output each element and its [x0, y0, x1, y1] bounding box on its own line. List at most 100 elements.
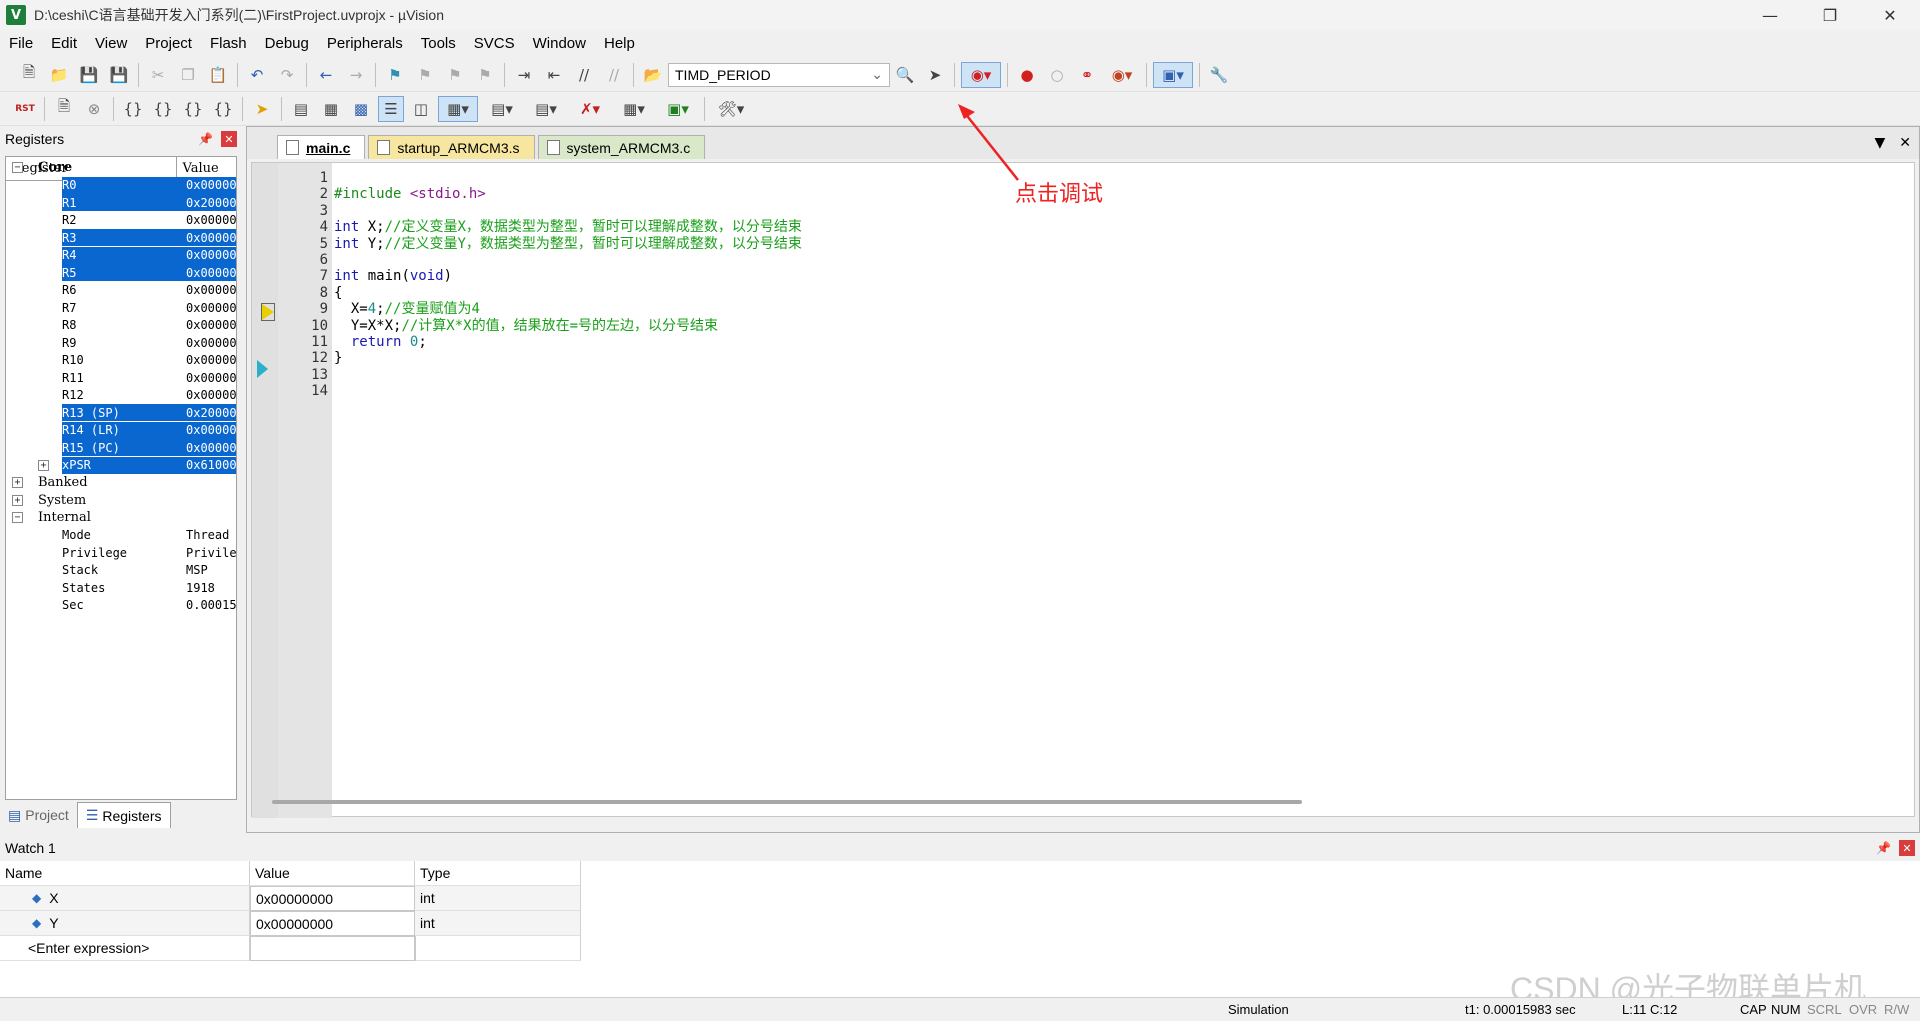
watch-value-x[interactable]: 0x00000000 [250, 886, 415, 911]
register-value[interactable]: 0x00000000 [186, 388, 236, 402]
tab-main-c[interactable]: main.c [277, 135, 366, 159]
register-value[interactable]: 0x00000000 [186, 371, 236, 385]
register-row[interactable]: R2 0x00000000 [6, 212, 236, 230]
menu-peripherals[interactable]: Peripherals [318, 35, 412, 52]
register-row[interactable]: Sec 0.00015983 [6, 597, 236, 615]
debug-session-button[interactable]: ◉▾ [961, 61, 1001, 88]
register-row[interactable]: Stack MSP [6, 562, 236, 580]
open-folder-icon[interactable]: 📁 [46, 62, 72, 88]
horizontal-scrollbar[interactable] [272, 800, 1302, 804]
register-row[interactable]: R4 0x00000000 [6, 246, 236, 265]
register-row[interactable]: R9 0x00000000 [6, 334, 236, 352]
register-value[interactable]: 0x61000000 [186, 458, 236, 473]
symbols-window-icon[interactable]: ▩ [348, 96, 374, 122]
register-row[interactable]: R12 0x00000000 [6, 387, 236, 405]
collapse-icon[interactable]: − [12, 162, 23, 174]
register-value[interactable]: 0x00000000 [186, 440, 236, 455]
comment-icon[interactable]: // [571, 62, 597, 88]
register-value[interactable]: 0x20000000 [186, 405, 236, 420]
enter-expression-cell[interactable]: <Enter expression> [0, 936, 250, 961]
register-value[interactable]: 0x00000000 [186, 265, 236, 280]
register-value[interactable]: 0x00000000 [186, 230, 236, 245]
tab-list-icon[interactable]: ▼ [1874, 135, 1885, 151]
register-row[interactable]: R15 (PC) 0x00000000 [6, 439, 236, 457]
menu-project[interactable]: Project [136, 35, 201, 52]
unindent-icon[interactable]: ⇤ [541, 62, 567, 88]
register-value[interactable]: 0x00000000 [186, 318, 236, 332]
register-group-core[interactable]: Core [38, 160, 72, 175]
register-group[interactable]: Internal [38, 510, 91, 525]
register-group[interactable]: System [38, 493, 86, 508]
expand-icon[interactable]: + [12, 494, 23, 506]
register-value[interactable]: 0x00000000 [186, 178, 236, 193]
register-value[interactable]: 0x00000000 [186, 336, 236, 350]
restore-button[interactable]: ❐ [1800, 0, 1860, 30]
nav-back-icon[interactable]: ← [313, 62, 339, 88]
copy-icon[interactable]: ❐ [175, 62, 201, 88]
register-value[interactable]: 0x20000000 [186, 195, 236, 210]
step-out-icon[interactable]: {} [180, 96, 206, 122]
tab-registers[interactable]: ☰ Registers [76, 802, 171, 828]
expand-icon[interactable]: + [12, 477, 23, 489]
menu-help[interactable]: Help [595, 35, 644, 52]
register-row[interactable]: Privilege Privileged [6, 544, 236, 562]
register-row[interactable]: States 1918 [6, 579, 236, 597]
bookmark-icon[interactable]: ⚑ [382, 62, 408, 88]
target-select[interactable]: TIMD_PERIOD ⌄ [668, 62, 890, 87]
register-row[interactable]: R8 0x00000000 [6, 317, 236, 335]
disable-all-breakpoints-icon[interactable]: ⚭ [1074, 62, 1100, 88]
menu-svcs[interactable]: SVCS [465, 35, 524, 52]
register-row[interactable]: R6 0x00000000 [6, 282, 236, 300]
menu-tools[interactable]: Tools [412, 35, 465, 52]
expand-icon[interactable]: − [12, 512, 23, 524]
incremental-find-icon[interactable]: ➤ [922, 62, 948, 88]
cut-icon[interactable]: ✂ [145, 62, 171, 88]
toolbox-button[interactable]: 🛠▾ [711, 96, 751, 122]
command-window-icon[interactable]: ▤ [288, 96, 314, 122]
redo-icon[interactable]: ↷ [274, 62, 300, 88]
register-row[interactable]: R10 0x00000000 [6, 352, 236, 370]
indent-icon[interactable]: ⇥ [511, 62, 537, 88]
register-row[interactable]: R1 0x20000000 [6, 194, 236, 212]
breakpoint-icon[interactable]: ● [1014, 62, 1040, 88]
disassembly-window-icon[interactable]: ▦ [318, 96, 344, 122]
step-into-icon[interactable]: {} [120, 96, 146, 122]
menu-edit[interactable]: Edit [42, 35, 86, 52]
watch-window-button[interactable]: ▦▾ [438, 95, 478, 122]
watch-value-y[interactable]: 0x00000000 [250, 911, 415, 936]
register-row[interactable]: + xPSR 0x61000000 [6, 456, 236, 475]
serial-window-button[interactable]: ▤▾ [526, 96, 566, 122]
minimize-button[interactable]: — [1740, 0, 1800, 30]
register-row[interactable]: R11 0x00000000 [6, 369, 236, 387]
watch-row[interactable]: ◆ Y 0x00000000 int [0, 911, 581, 936]
watch-row[interactable]: <Enter expression> [0, 936, 581, 961]
watch-name-header[interactable]: Name [0, 861, 250, 886]
code-editor[interactable]: 1 2 #include <stdio.h> 3 4 int X;//定义变量X，数据类型… [251, 162, 1915, 818]
menu-flash[interactable]: Flash [201, 35, 256, 52]
menu-debug[interactable]: Debug [256, 35, 318, 52]
register-value[interactable]: 0x00000000 [186, 301, 236, 315]
registers-window-icon[interactable]: ☰ [378, 95, 404, 122]
new-file-icon[interactable]: 🗎 [16, 62, 42, 88]
analysis-window-button[interactable]: ✗▾ [570, 96, 610, 122]
save-all-icon[interactable]: 💾 [106, 62, 132, 88]
menu-window[interactable]: Window [524, 35, 595, 52]
register-row[interactable]: R14 (LR) 0x00000000 [6, 421, 236, 440]
window-layout-button[interactable]: ▣▾ [1153, 61, 1193, 88]
stop-icon[interactable]: ⊗ [81, 96, 107, 122]
close-icon[interactable]: ✕ [1899, 840, 1915, 856]
step-over-icon[interactable]: {} [150, 96, 176, 122]
register-value[interactable]: 0x00000000 [186, 213, 236, 227]
find-in-files-icon[interactable]: 📂 [640, 62, 666, 88]
pin-icon[interactable]: 📌 [1876, 841, 1891, 855]
trace-window-button[interactable]: ▦▾ [614, 96, 654, 122]
close-editor-icon[interactable]: ✕ [1899, 135, 1911, 151]
close-button[interactable]: ✕ [1860, 0, 1920, 30]
register-group[interactable]: Banked [38, 475, 88, 490]
register-row[interactable]: R13 (SP) 0x20000000 [6, 404, 236, 422]
memory-window-button[interactable]: ▤▾ [482, 96, 522, 122]
register-value[interactable]: 0x00000000 [186, 423, 236, 438]
code-line[interactable]: 14 [252, 381, 1912, 401]
undo-icon[interactable]: ↶ [244, 62, 270, 88]
register-row[interactable]: R7 0x00000000 [6, 299, 236, 317]
